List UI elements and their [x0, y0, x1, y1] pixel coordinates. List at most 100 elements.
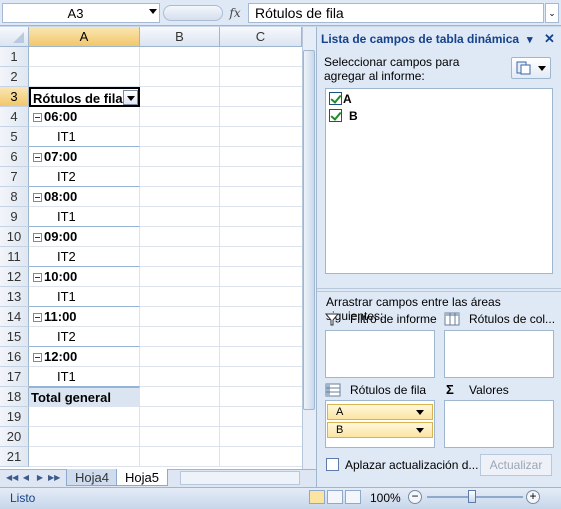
cell[interactable]	[29, 47, 140, 67]
row-header[interactable]: 20	[0, 427, 29, 447]
cell[interactable]	[29, 447, 140, 467]
cell[interactable]	[140, 107, 220, 127]
vertical-scroll-thumb[interactable]	[303, 50, 315, 410]
panel-options-icon[interactable]: ▾	[527, 33, 533, 46]
insert-function-icon[interactable]: fx	[226, 4, 244, 22]
columns-drop-area[interactable]	[444, 330, 554, 378]
defer-update-checkbox[interactable]	[326, 458, 339, 471]
select-all-corner[interactable]	[0, 27, 29, 47]
collapse-icon[interactable]	[33, 273, 42, 283]
cell[interactable]	[140, 367, 220, 387]
column-header-c[interactable]: C	[220, 27, 302, 47]
chevron-down-icon[interactable]	[416, 410, 424, 415]
row-header[interactable]: 19	[0, 407, 29, 427]
row-header[interactable]: 11	[0, 247, 29, 267]
collapse-icon[interactable]	[33, 193, 42, 203]
cell[interactable]	[220, 207, 302, 227]
cell[interactable]	[140, 67, 220, 87]
cell[interactable]	[220, 247, 302, 267]
zoom-out-icon[interactable]: −	[408, 490, 422, 504]
cell[interactable]	[220, 147, 302, 167]
pivot-row-labels-header[interactable]: Rótulos de fila	[29, 87, 140, 107]
chevron-down-icon[interactable]	[416, 428, 424, 433]
cell[interactable]	[140, 427, 220, 447]
expand-formula-bar-icon[interactable]: ⌄	[545, 3, 559, 23]
cell[interactable]	[140, 87, 220, 107]
values-drop-area[interactable]	[444, 400, 554, 448]
cell[interactable]	[140, 167, 220, 187]
pivot-item-cell[interactable]: IT1	[29, 207, 140, 227]
row-header[interactable]: 8	[0, 187, 29, 207]
pivot-group-cell[interactable]: 11:00	[29, 307, 140, 327]
pivot-item-cell[interactable]: IT1	[29, 367, 140, 387]
field-a-checkbox[interactable]	[329, 92, 342, 105]
formula-bar-resize-handle[interactable]	[163, 5, 223, 21]
pivot-group-cell[interactable]: 10:00	[29, 267, 140, 287]
page-layout-view-icon[interactable]	[327, 490, 343, 504]
cell[interactable]	[220, 427, 302, 447]
cell[interactable]	[220, 127, 302, 147]
collapse-icon[interactable]	[33, 313, 42, 323]
row-header[interactable]: 9	[0, 207, 29, 227]
pivot-group-cell[interactable]: 12:00	[29, 347, 140, 367]
cell[interactable]	[220, 287, 302, 307]
cell[interactable]	[220, 47, 302, 67]
column-header-a[interactable]: A	[29, 27, 140, 47]
cell[interactable]	[220, 107, 302, 127]
row-field-pill-b[interactable]: B	[327, 422, 433, 438]
zoom-level[interactable]: 100%	[370, 491, 401, 505]
cell[interactable]	[140, 267, 220, 287]
update-button[interactable]: Actualizar	[480, 454, 552, 476]
page-break-view-icon[interactable]	[345, 490, 361, 504]
panel-splitter[interactable]	[317, 288, 561, 292]
cell[interactable]	[29, 427, 140, 447]
collapse-icon[interactable]	[33, 233, 42, 243]
row-header[interactable]: 7	[0, 167, 29, 187]
cell[interactable]	[140, 347, 220, 367]
row-header[interactable]: 14	[0, 307, 29, 327]
cell[interactable]	[29, 407, 140, 427]
row-header[interactable]: 13	[0, 287, 29, 307]
cell[interactable]	[220, 307, 302, 327]
cell[interactable]	[140, 127, 220, 147]
row-header[interactable]: 1	[0, 47, 29, 67]
cell[interactable]	[220, 87, 302, 107]
row-header[interactable]: 18	[0, 387, 29, 407]
horizontal-scrollbar[interactable]	[180, 471, 300, 485]
chevron-down-icon[interactable]	[149, 9, 157, 14]
tab-hoja4[interactable]: Hoja4	[66, 469, 118, 486]
row-header[interactable]: 6	[0, 147, 29, 167]
cell[interactable]	[220, 347, 302, 367]
row-header[interactable]: 10	[0, 227, 29, 247]
prev-sheet-icon[interactable]: ◀	[20, 471, 32, 484]
cell[interactable]	[220, 67, 302, 87]
cell[interactable]	[220, 327, 302, 347]
cell[interactable]	[140, 187, 220, 207]
cell[interactable]	[140, 227, 220, 247]
name-box[interactable]: A3	[2, 3, 160, 23]
pivot-item-cell[interactable]: IT2	[29, 327, 140, 347]
row-header[interactable]: 3	[0, 87, 29, 107]
cell[interactable]	[220, 447, 302, 467]
cell[interactable]	[140, 407, 220, 427]
cell[interactable]	[220, 407, 302, 427]
close-icon[interactable]: ✕	[544, 31, 555, 47]
tab-hoja5[interactable]: Hoja5	[116, 469, 168, 486]
row-header[interactable]: 12	[0, 267, 29, 287]
cell[interactable]	[220, 267, 302, 287]
cell[interactable]	[140, 147, 220, 167]
formula-input[interactable]: Rótulos de fila	[248, 3, 544, 23]
collapse-icon[interactable]	[33, 153, 42, 163]
row-header[interactable]: 5	[0, 127, 29, 147]
cell[interactable]	[140, 247, 220, 267]
layout-button[interactable]	[511, 57, 551, 79]
pivot-item-cell[interactable]: IT1	[29, 127, 140, 147]
cell[interactable]	[140, 207, 220, 227]
next-sheet-icon[interactable]: ▶	[34, 471, 46, 484]
cell[interactable]	[29, 67, 140, 87]
pivot-group-cell[interactable]: 09:00	[29, 227, 140, 247]
cell[interactable]	[220, 227, 302, 247]
pivot-group-cell[interactable]: 06:00	[29, 107, 140, 127]
cell[interactable]	[220, 167, 302, 187]
row-header[interactable]: 4	[0, 107, 29, 127]
